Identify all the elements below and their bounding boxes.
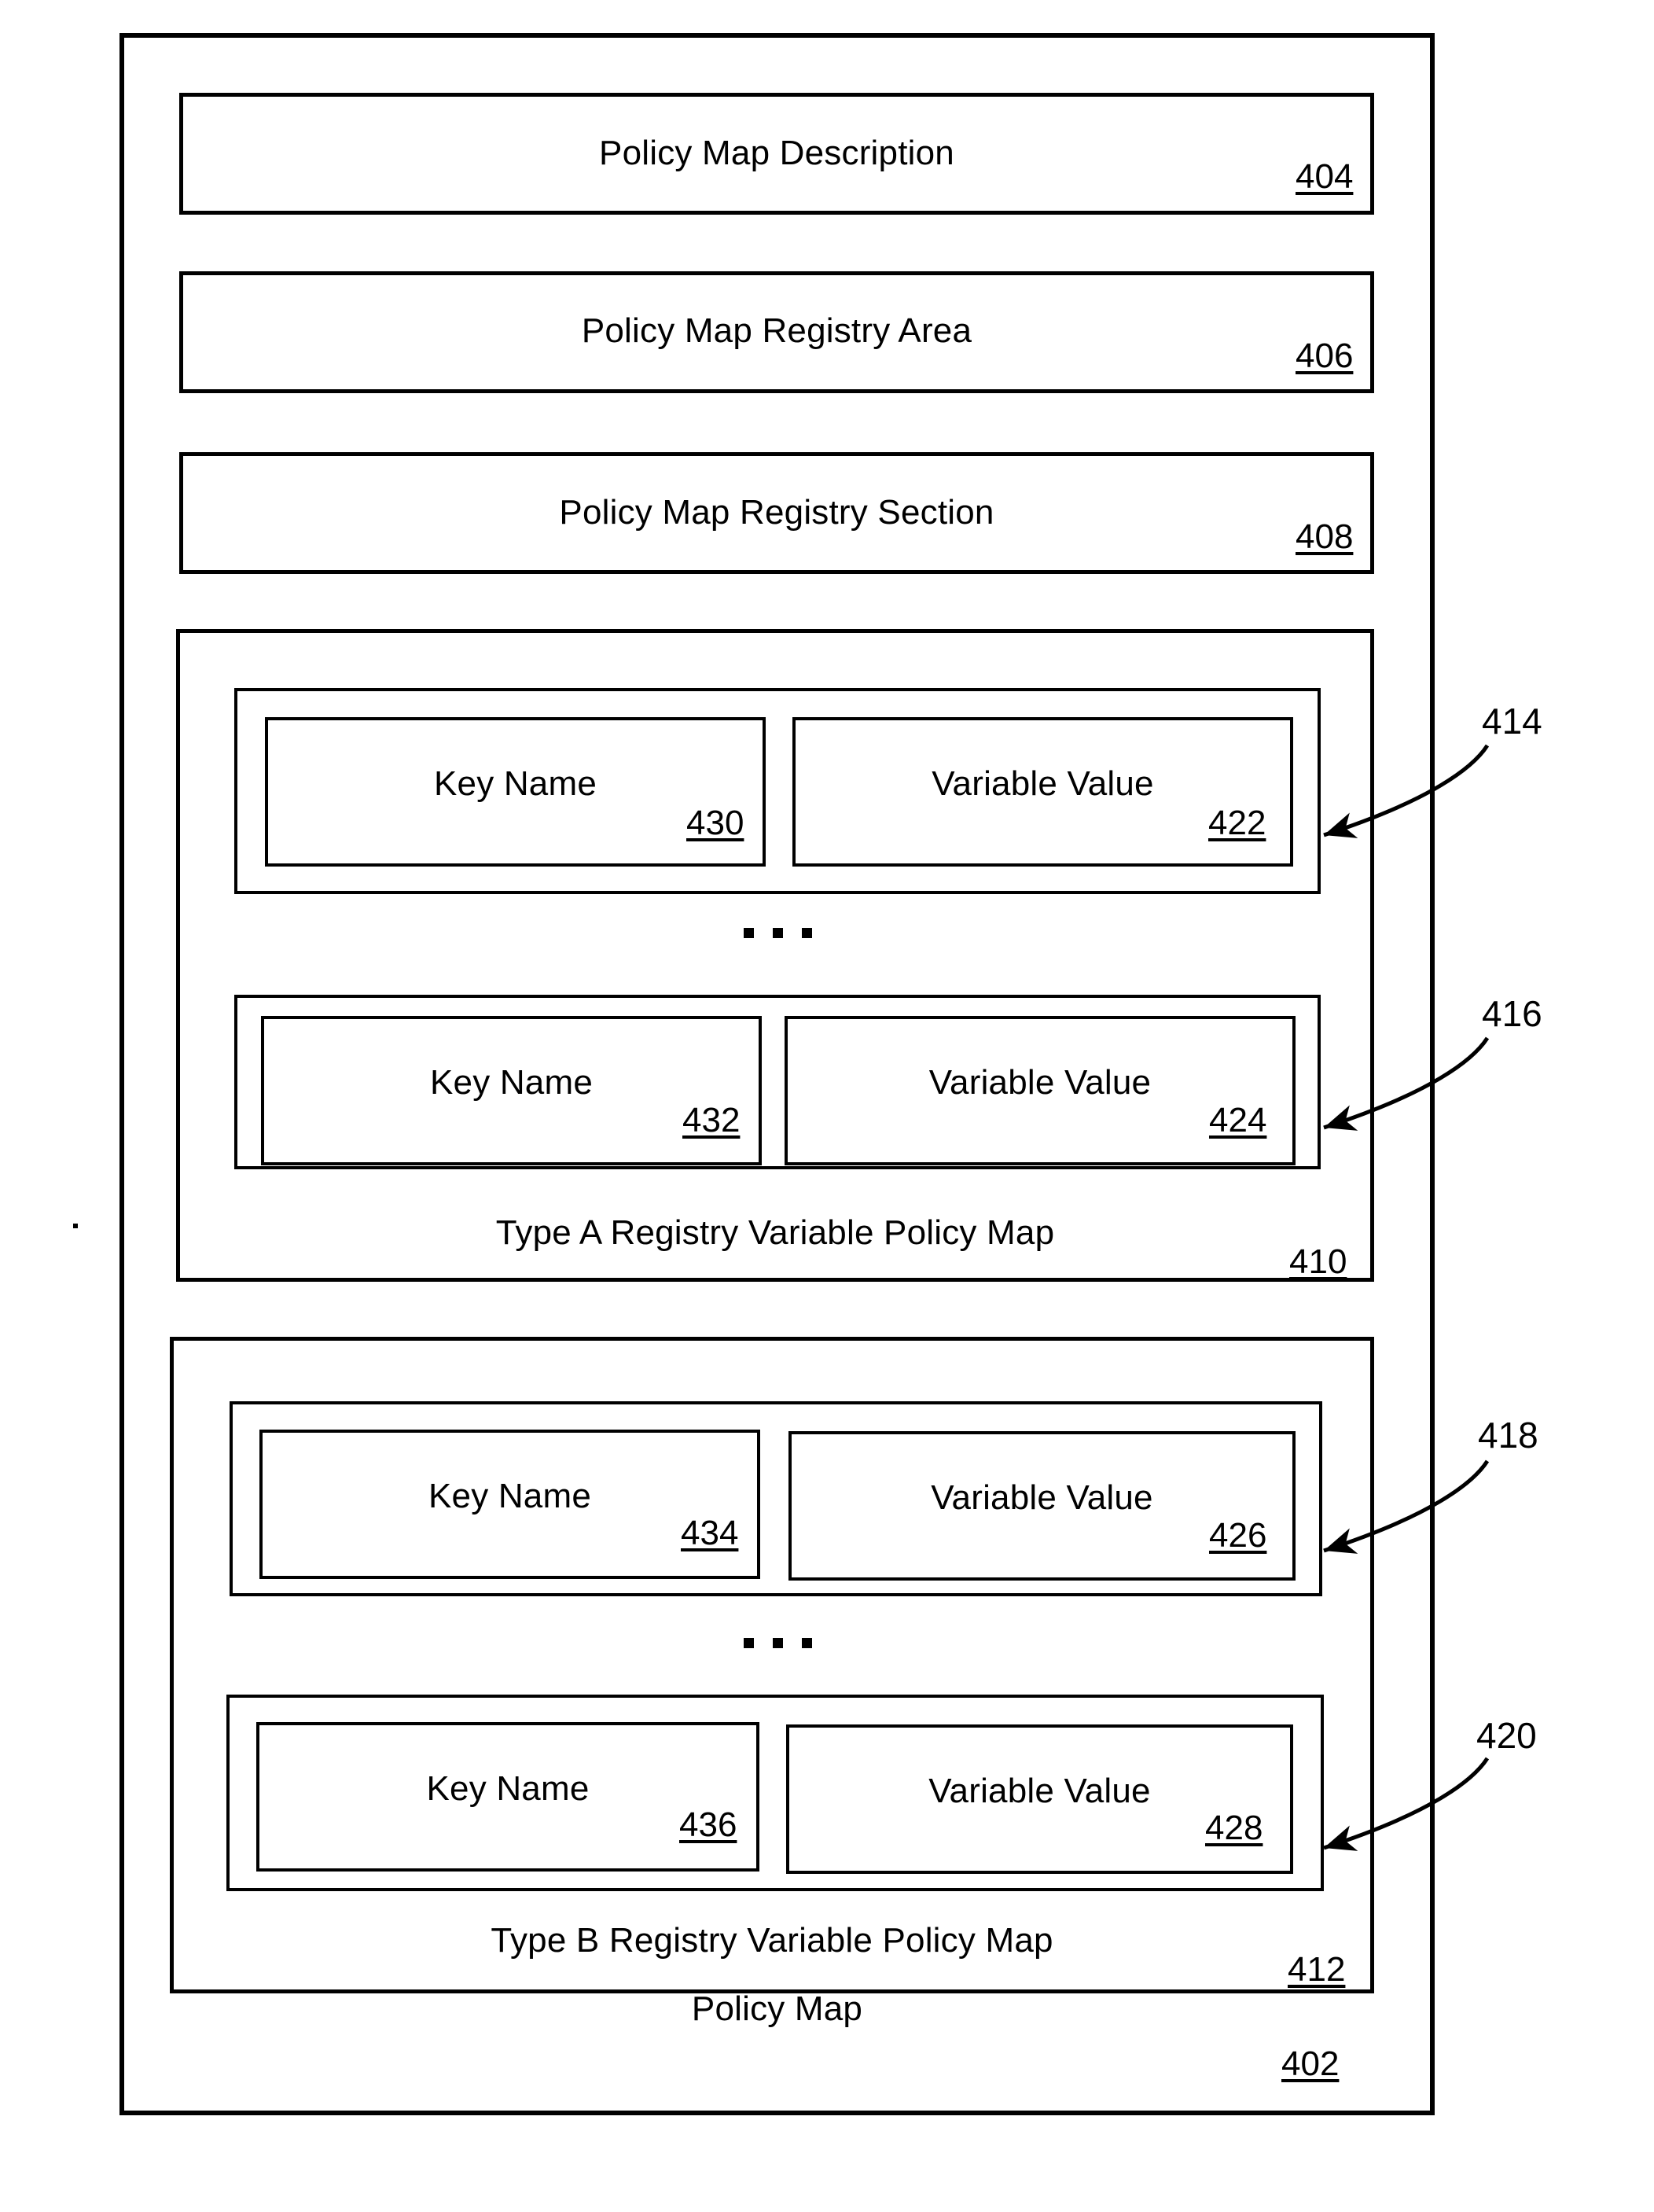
- ellipsis-dot: [773, 1638, 783, 1648]
- policy-map-description-ref-404: 404: [1296, 157, 1354, 196]
- ellipsis-dot: [802, 1638, 812, 1648]
- callout-arrow-420: [1323, 1757, 1490, 1851]
- type-b-variable-value-label-428: Variable Value: [928, 1772, 1151, 1810]
- type-b-ellipsis: [744, 1638, 812, 1648]
- type-b-variable-value-ref-428: 428: [1205, 1809, 1263, 1847]
- patent-figure-policy-map: Policy Map 402 Policy Map Description 40…: [0, 0, 1654, 2212]
- callout-label-420: 420: [1476, 1715, 1537, 1756]
- type-a-variable-value-ref-422: 422: [1208, 804, 1266, 842]
- callout-arrow-414: [1323, 744, 1490, 838]
- type-a-key-name-ref-432: 432: [682, 1101, 741, 1139]
- type-a-ellipsis: [744, 928, 812, 938]
- type-a-key-name-ref-430: 430: [686, 804, 744, 842]
- type-b-registry-variable-policy-map-title: Type B Registry Variable Policy Map: [491, 1921, 1053, 1960]
- type-b-key-name-ref-436: 436: [679, 1805, 737, 1844]
- scan-speck-artifact: [73, 1224, 78, 1228]
- callout-arrow-416: [1323, 1036, 1490, 1131]
- type-b-registry-variable-policy-map-ref-412: 412: [1288, 1950, 1346, 1989]
- type-b-key-name-label-436: Key Name: [426, 1769, 590, 1808]
- callout-label-416: 416: [1482, 993, 1542, 1034]
- type-a-registry-variable-policy-map-ref-410: 410: [1289, 1242, 1347, 1281]
- ellipsis-dot: [802, 928, 812, 938]
- policy-map-registry-area-ref-406: 406: [1296, 337, 1354, 375]
- type-b-variable-value-label-426: Variable Value: [931, 1478, 1153, 1517]
- policy-map-description-title: Policy Map Description: [599, 134, 954, 172]
- policy-map-registry-area-title: Policy Map Registry Area: [581, 311, 972, 350]
- policy-map-registry-section-ref-408: 408: [1296, 517, 1354, 556]
- policy-map-ref-402: 402: [1281, 2045, 1340, 2083]
- policy-map-title: Policy Map: [691, 1989, 863, 2028]
- type-a-variable-value-ref-424: 424: [1209, 1101, 1267, 1139]
- callout-label-414: 414: [1482, 701, 1542, 742]
- type-a-variable-value-label-422: Variable Value: [932, 764, 1154, 803]
- type-b-variable-value-ref-426: 426: [1209, 1516, 1267, 1555]
- callout-label-418: 418: [1478, 1415, 1538, 1456]
- type-b-key-name-label-434: Key Name: [428, 1477, 591, 1515]
- ellipsis-dot: [773, 928, 783, 938]
- policy-map-registry-section-title: Policy Map Registry Section: [559, 493, 994, 532]
- type-a-registry-variable-policy-map-title: Type A Registry Variable Policy Map: [495, 1213, 1055, 1252]
- type-a-key-name-label-432: Key Name: [429, 1063, 593, 1102]
- callout-arrow-418: [1323, 1459, 1490, 1554]
- ellipsis-dot: [744, 928, 754, 938]
- ellipsis-dot: [744, 1638, 754, 1648]
- type-b-key-name-ref-434: 434: [681, 1514, 739, 1552]
- type-a-key-name-label-430: Key Name: [433, 764, 597, 803]
- type-a-variable-value-label-424: Variable Value: [928, 1063, 1152, 1102]
